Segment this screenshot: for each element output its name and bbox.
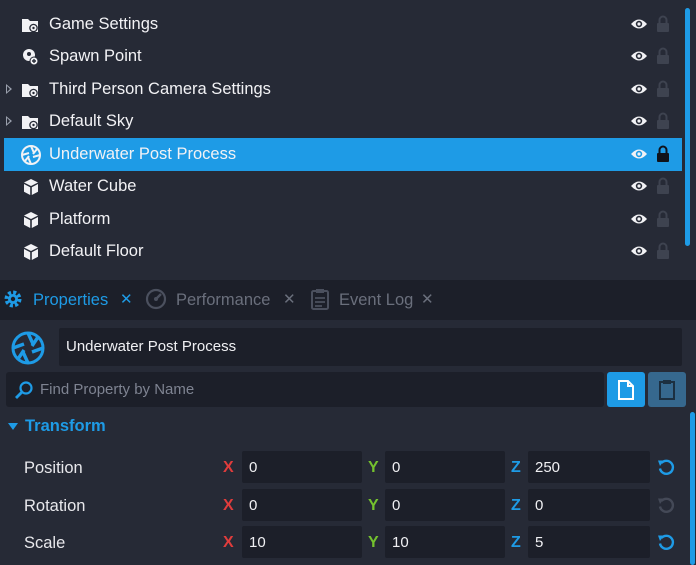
- visibility-eye-icon[interactable]: [630, 82, 648, 96]
- position-y-field[interactable]: 0: [385, 451, 505, 483]
- tab-close-icon[interactable]: ✕: [421, 290, 434, 308]
- expand-arrow-icon[interactable]: [6, 84, 12, 94]
- visibility-eye-icon[interactable]: [630, 17, 648, 31]
- tab-close-icon[interactable]: ✕: [283, 290, 296, 308]
- axis-x-label: X: [223, 459, 234, 476]
- paste-icon: [659, 380, 675, 400]
- axis-y-label: Y: [368, 534, 379, 551]
- expand-arrow-icon[interactable]: [6, 116, 12, 126]
- cube-icon: [24, 179, 38, 195]
- tab-label: Properties: [33, 291, 109, 309]
- tab-close-icon[interactable]: ✕: [120, 290, 133, 308]
- axis-x-label: X: [223, 497, 234, 514]
- spawn-point-icon: [23, 49, 39, 66]
- hierarchy-item-default-sky[interactable]: Default Sky: [4, 105, 682, 138]
- properties-scrollbar[interactable]: [690, 412, 695, 565]
- scale-z-field[interactable]: 5: [528, 526, 650, 558]
- cube-icon: [24, 212, 38, 228]
- panel-tab-bar: Properties ✕ Performance ✕ Event Log ✕: [0, 280, 696, 320]
- hierarchy-item-water-cube[interactable]: Water Cube: [4, 170, 682, 203]
- hierarchy-item-label: Water Cube: [49, 177, 137, 195]
- lock-icon[interactable]: [656, 15, 670, 33]
- hierarchy-scrollbar[interactable]: [685, 8, 690, 246]
- property-row-position: Position X 0 Y 0 Z 250: [0, 451, 690, 485]
- clipboard-icon: [311, 289, 329, 310]
- axis-z-label: Z: [511, 497, 521, 514]
- visibility-eye-icon[interactable]: [630, 179, 648, 193]
- hierarchy-item-label: Game Settings: [49, 15, 159, 33]
- visibility-eye-icon[interactable]: [630, 114, 648, 128]
- axis-y-label: Y: [368, 459, 379, 476]
- hierarchy-item-label: Spawn Point: [49, 47, 142, 65]
- post-process-icon: [11, 331, 45, 365]
- property-label: Position: [24, 459, 83, 477]
- copy-icon: [618, 380, 634, 400]
- scale-y-field[interactable]: 10: [385, 526, 505, 558]
- hierarchy-item-label: Default Sky: [49, 112, 134, 130]
- tab-event-log[interactable]: Event Log ✕: [309, 280, 439, 320]
- hierarchy-item-spawn-point[interactable]: Spawn Point: [4, 40, 682, 73]
- section-title: Transform: [25, 417, 106, 435]
- rotation-x-field[interactable]: 0: [242, 489, 362, 521]
- visibility-eye-icon[interactable]: [630, 147, 648, 161]
- lock-icon[interactable]: [656, 145, 670, 163]
- cube-icon: [24, 244, 38, 260]
- object-name-field[interactable]: Underwater Post Process: [59, 328, 682, 366]
- visibility-eye-icon[interactable]: [630, 212, 648, 226]
- gauge-icon: [145, 288, 167, 310]
- paste-properties-button[interactable]: [648, 372, 686, 407]
- hierarchy-item-third-person-camera-settings[interactable]: Third Person Camera Settings: [4, 73, 682, 106]
- hierarchy-item-game-settings[interactable]: Game Settings: [4, 8, 682, 41]
- tab-performance[interactable]: Performance ✕: [143, 280, 303, 320]
- lock-icon[interactable]: [656, 177, 670, 195]
- search-placeholder: Find Property by Name: [40, 381, 195, 398]
- scale-x-field[interactable]: 10: [242, 526, 362, 558]
- property-label: Rotation: [24, 497, 86, 515]
- lock-icon[interactable]: [656, 47, 670, 65]
- property-row-scale: Scale X 10 Y 10 Z 5: [0, 526, 690, 560]
- transform-section-header[interactable]: Transform: [0, 413, 690, 441]
- tab-label: Performance: [176, 291, 271, 309]
- search-icon: [15, 381, 33, 399]
- rotation-z-field[interactable]: 0: [528, 489, 650, 521]
- lock-icon[interactable]: [656, 210, 670, 228]
- hierarchy-panel: Game Settings Spawn Point Third Person C…: [0, 0, 696, 276]
- hierarchy-item-label: Third Person Camera Settings: [49, 80, 271, 98]
- copy-properties-button[interactable]: [607, 372, 645, 407]
- axis-x-label: X: [223, 534, 234, 551]
- gear-icon: [4, 290, 22, 308]
- visibility-eye-icon[interactable]: [630, 49, 648, 63]
- rotation-y-field[interactable]: 0: [385, 489, 505, 521]
- lock-icon[interactable]: [656, 80, 670, 98]
- position-x-field[interactable]: 0: [242, 451, 362, 483]
- tab-properties[interactable]: Properties ✕: [0, 280, 142, 320]
- properties-panel: Underwater Post Process Find Property by…: [0, 320, 696, 565]
- hierarchy-item-label: Platform: [49, 210, 111, 228]
- reset-icon[interactable]: [657, 533, 675, 551]
- reset-icon[interactable]: [657, 458, 675, 476]
- position-z-field[interactable]: 250: [528, 451, 650, 483]
- hierarchy-item-platform[interactable]: Platform: [4, 203, 682, 236]
- axis-z-label: Z: [511, 459, 521, 476]
- axis-z-label: Z: [511, 534, 521, 551]
- post-process-icon: [21, 145, 41, 165]
- hierarchy-item-label: Underwater Post Process: [49, 145, 237, 163]
- property-search-box[interactable]: Find Property by Name: [6, 372, 604, 407]
- lock-icon[interactable]: [656, 242, 670, 260]
- reset-icon: [658, 497, 675, 513]
- collapse-arrow-icon[interactable]: [8, 423, 18, 430]
- property-label: Scale: [24, 534, 66, 552]
- lock-icon[interactable]: [656, 112, 670, 130]
- property-row-rotation: Rotation X 0 Y 0 Z 0: [0, 489, 690, 523]
- hierarchy-item-label: Default Floor: [49, 242, 144, 260]
- tab-label: Event Log: [339, 291, 414, 309]
- axis-y-label: Y: [368, 497, 379, 514]
- folder-gear-icon: [22, 19, 38, 33]
- visibility-eye-icon[interactable]: [630, 244, 648, 258]
- hierarchy-item-underwater-post-process[interactable]: Underwater Post Process: [4, 138, 682, 171]
- folder-gear-icon: [22, 84, 38, 98]
- hierarchy-item-default-floor[interactable]: Default Floor: [4, 235, 682, 268]
- folder-gear-icon: [22, 116, 38, 130]
